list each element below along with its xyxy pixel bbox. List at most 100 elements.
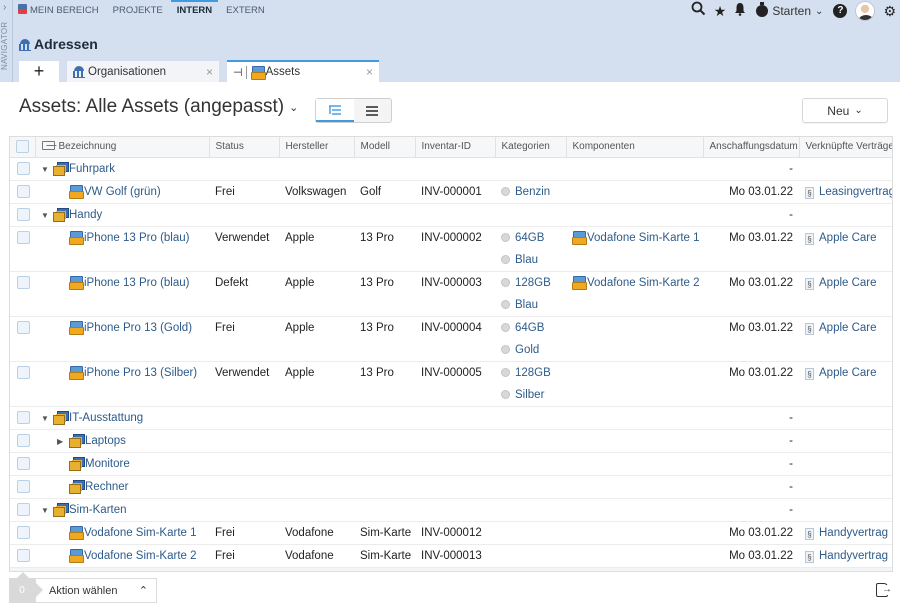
- component-link[interactable]: Vodafone Sim-Karte 2: [572, 272, 700, 294]
- column-header-komponenten[interactable]: Komponenten: [566, 137, 704, 158]
- group-row[interactable]: Rechner -: [10, 475, 892, 499]
- topnav-extern[interactable]: EXTERN: [226, 0, 265, 22]
- asset-row[interactable]: iPhone Pro 13 (Silber) Verwendet Apple 13 P…: [10, 361, 892, 407]
- group-name-link[interactable]: Rechner: [85, 481, 128, 493]
- group-name-link[interactable]: Monitore: [85, 458, 130, 470]
- component-link[interactable]: Vodafone Sim-Karte 1: [572, 227, 700, 249]
- group-row[interactable]: Monitore -: [10, 452, 892, 476]
- row-checkbox[interactable]: [17, 525, 30, 539]
- row-checkbox[interactable]: [17, 502, 30, 516]
- search-icon[interactable]: [691, 0, 706, 22]
- category-tag[interactable]: 64GB: [501, 227, 560, 249]
- group-name-link[interactable]: IT-Ausstattung: [69, 412, 143, 424]
- row-checkbox[interactable]: [17, 433, 30, 447]
- group-name-link[interactable]: Sim-Karten: [69, 504, 127, 516]
- topnav-intern[interactable]: INTERN: [170, 0, 219, 22]
- collapse-icon[interactable]: ▼: [41, 408, 53, 429]
- column-header-vertraege[interactable]: Verknüpfte Verträge: [799, 137, 892, 158]
- contract-link[interactable]: § Leasingvertrag: [805, 181, 892, 203]
- contract-link[interactable]: § Apple Care: [805, 272, 887, 294]
- asset-name-link[interactable]: Vodafone Sim-Karte 1: [84, 527, 197, 539]
- tab-assets[interactable]: ⊣ Assets ×: [227, 60, 379, 82]
- row-checkbox[interactable]: [17, 456, 30, 470]
- category-tag[interactable]: Benzin: [501, 181, 560, 203]
- asset-row[interactable]: VW Golf (grün) Frei Volkswagen Golf INV-0000…: [10, 180, 892, 204]
- category-tag[interactable]: 128GB: [501, 362, 560, 384]
- asset-name-link[interactable]: iPhone 13 Pro (blau): [84, 232, 189, 244]
- asset-row[interactable]: iPhone 13 Pro (blau) Verwendet Apple 13 Pro…: [10, 226, 892, 272]
- collapse-icon[interactable]: ▼: [41, 159, 53, 180]
- group-row[interactable]: ▼ Sim-Karten -: [10, 498, 892, 522]
- category-tag[interactable]: Gold: [501, 339, 560, 361]
- group-row[interactable]: ▼ Fuhrpark -: [10, 157, 892, 181]
- asset-name-link[interactable]: iPhone Pro 13 (Gold): [84, 322, 192, 334]
- group-name-link[interactable]: Fuhrpark: [69, 163, 115, 175]
- star-icon[interactable]: ★: [714, 0, 727, 22]
- contract-link[interactable]: § Handyvertrag: [805, 545, 888, 567]
- user-avatar[interactable]: [855, 1, 876, 21]
- contract-link[interactable]: § Handyvertrag: [805, 522, 888, 544]
- close-icon[interactable]: ×: [366, 65, 373, 79]
- new-button[interactable]: Neu ⌄: [802, 98, 888, 123]
- view-selector[interactable]: Assets: Alle Assets (angepasst) ⌄: [19, 96, 298, 118]
- group-row[interactable]: ▼ Handy -: [10, 203, 892, 227]
- row-checkbox[interactable]: [17, 184, 30, 198]
- action-select-button[interactable]: Aktion wählen ⌃: [35, 578, 157, 603]
- category-tag[interactable]: Blau: [501, 249, 560, 271]
- column-header-anschaffungsdatum[interactable]: Anschaffungsdatum: [703, 137, 800, 158]
- help-icon[interactable]: ?: [833, 4, 848, 18]
- row-checkbox[interactable]: [17, 275, 30, 289]
- topnav-projekte[interactable]: PROJEKTE: [113, 0, 163, 22]
- category-tag[interactable]: 128GB: [501, 272, 560, 294]
- tab-organisationen[interactable]: Organisationen ×: [67, 61, 219, 82]
- expand-icon[interactable]: ▶: [57, 431, 69, 452]
- column-header-inventar-id[interactable]: Inventar-ID: [415, 137, 496, 158]
- asset-row[interactable]: iPhone Pro 13 (Gold) Frei Apple 13 Pro INV-0…: [10, 316, 892, 362]
- column-header-modell[interactable]: Modell: [354, 137, 416, 158]
- row-checkbox[interactable]: [17, 320, 30, 334]
- topnav-mein-bereich[interactable]: MEIN BEREICH: [18, 0, 99, 22]
- purchase-date-cell: -: [703, 429, 799, 453]
- asset-name-link[interactable]: iPhone Pro 13 (Silber): [84, 367, 197, 379]
- tree-view-button[interactable]: [316, 99, 354, 122]
- add-tab-button[interactable]: +: [19, 61, 59, 82]
- row-checkbox[interactable]: [17, 365, 30, 379]
- asset-name-link[interactable]: Vodafone Sim-Karte 2: [84, 550, 197, 562]
- group-name-link[interactable]: Handy: [69, 209, 102, 221]
- category-tag[interactable]: Blau: [501, 294, 560, 316]
- column-header-status[interactable]: Status: [209, 137, 280, 158]
- export-icon[interactable]: [876, 583, 892, 597]
- navigator-panel-toggle[interactable]: › NAVIGATOR: [0, 0, 13, 82]
- contract-link[interactable]: § Apple Care: [805, 362, 887, 384]
- row-checkbox[interactable]: [17, 548, 30, 562]
- group-name-link[interactable]: Laptops: [85, 435, 126, 447]
- collapse-icon[interactable]: ▼: [41, 205, 53, 226]
- row-checkbox[interactable]: [17, 161, 30, 175]
- column-header-kategorien[interactable]: Kategorien: [495, 137, 567, 158]
- collapse-icon[interactable]: ▼: [41, 500, 53, 521]
- category-tag[interactable]: 64GB: [501, 317, 560, 339]
- select-all-checkbox[interactable]: [16, 140, 29, 154]
- pin-icon[interactable]: ⊣: [233, 65, 247, 79]
- asset-row[interactable]: iPhone 13 Pro (blau) Defekt Apple 13 Pro INV…: [10, 271, 892, 317]
- asset-name-link[interactable]: iPhone 13 Pro (blau): [84, 277, 189, 289]
- column-header-bezeichnung[interactable]: Bezeichnung: [35, 137, 210, 158]
- column-header-hersteller[interactable]: Hersteller: [279, 137, 355, 158]
- list-view-button[interactable]: [354, 99, 392, 122]
- group-row[interactable]: ▼ IT-Ausstattung -: [10, 406, 892, 430]
- close-icon[interactable]: ×: [206, 65, 213, 79]
- row-checkbox[interactable]: [17, 479, 30, 493]
- starten-stopwatch-button[interactable]: Starten ⌄: [756, 2, 823, 18]
- row-checkbox[interactable]: [17, 207, 30, 221]
- category-tag[interactable]: Silber: [501, 384, 560, 406]
- asset-row[interactable]: Vodafone Sim-Karte 1 Frei Vodafone Sim-Kart…: [10, 521, 892, 545]
- bell-icon[interactable]: [734, 0, 746, 22]
- group-row[interactable]: ▶ Laptops -: [10, 429, 892, 453]
- gear-icon[interactable]: ⚙: [883, 0, 896, 22]
- contract-link[interactable]: § Apple Care: [805, 317, 887, 339]
- contract-link[interactable]: § Apple Care: [805, 227, 887, 249]
- asset-name-link[interactable]: VW Golf (grün): [84, 186, 161, 198]
- asset-row[interactable]: Vodafone Sim-Karte 2 Frei Vodafone Sim-Kart…: [10, 544, 892, 568]
- row-checkbox[interactable]: [17, 410, 30, 424]
- row-checkbox[interactable]: [17, 230, 30, 244]
